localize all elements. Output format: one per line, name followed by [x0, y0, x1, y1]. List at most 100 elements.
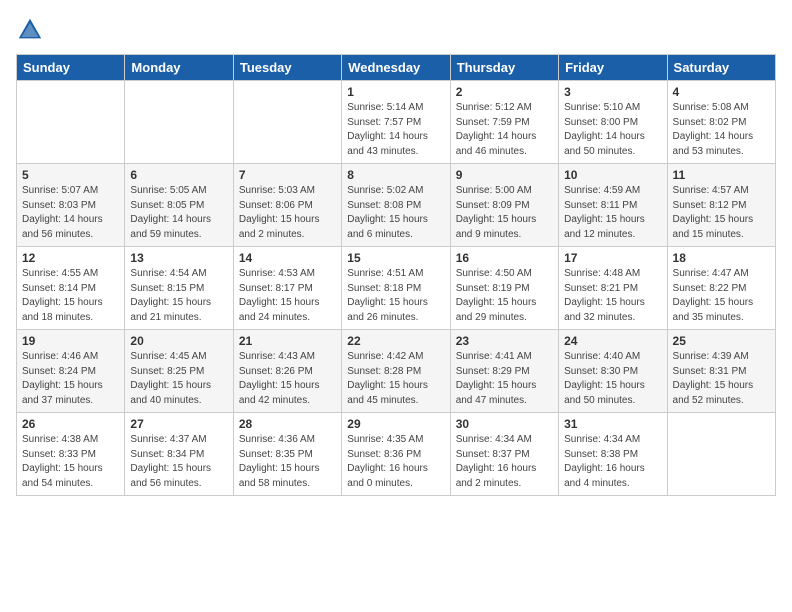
- day-info: Sunrise: 4:53 AM Sunset: 8:17 PM Dayligh…: [239, 267, 336, 325]
- calendar-cell: 16 Sunrise: 4:50 AM Sunset: 8:19 PM Dayli…: [450, 247, 558, 330]
- calendar-cell: 5 Sunrise: 5:07 AM Sunset: 8:03 PM Daylig…: [17, 164, 125, 247]
- calendar-cell: 27Sunrise: 4:37 AM Sunset: 8:34 PM Dayli…: [125, 413, 233, 496]
- day-info: Sunrise: 4:43 AM Sunset: 8:26 PM Dayligh…: [239, 350, 336, 408]
- day-number: 1: [347, 85, 444, 99]
- day-info: Sunrise: 4:36 AM Sunset: 8:35 PM Dayligh…: [239, 433, 336, 491]
- weekday-header-sunday: Sunday: [17, 55, 125, 81]
- calendar-table: SundayMondayTuesdayWednesdayThursdayFrid…: [16, 54, 776, 496]
- calendar-cell: 15Sunrise: 4:51 AM Sunset: 8:18 PM Dayli…: [342, 247, 450, 330]
- calendar-cell: [17, 81, 125, 164]
- calendar-cell: 24Sunrise: 4:40 AM Sunset: 8:30 PM Dayli…: [559, 330, 667, 413]
- day-info: Sunrise: 5:03 AM Sunset: 8:06 PM Dayligh…: [239, 184, 336, 242]
- day-number: 23: [456, 334, 553, 348]
- day-info: Sunrise: 4:35 AM Sunset: 8:36 PM Dayligh…: [347, 433, 444, 491]
- calendar-cell: 2Sunrise: 5:12 AM Sunset: 7:59 PM Daylig…: [450, 81, 558, 164]
- calendar-week-2: 5 Sunrise: 5:07 AM Sunset: 8:03 PM Daylig…: [17, 164, 776, 247]
- day-info: Sunrise: 5:07 AM Sunset: 8:03 PM Dayligh…: [22, 184, 119, 242]
- calendar-cell: 20 Sunrise: 4:45 AM Sunset: 8:25 PM Dayli…: [125, 330, 233, 413]
- day-info: Sunrise: 4:51 AM Sunset: 8:18 PM Dayligh…: [347, 267, 444, 325]
- calendar-cell: 10 Sunrise: 4:59 AM Sunset: 8:11 PM Dayli…: [559, 164, 667, 247]
- weekday-header-monday: Monday: [125, 55, 233, 81]
- day-info: Sunrise: 4:57 AM Sunset: 8:12 PM Dayligh…: [673, 184, 770, 242]
- day-number: 19: [22, 334, 119, 348]
- day-number: 21: [239, 334, 336, 348]
- weekday-header-row: SundayMondayTuesdayWednesdayThursdayFrid…: [17, 55, 776, 81]
- weekday-header-thursday: Thursday: [450, 55, 558, 81]
- day-info: Sunrise: 4:45 AM Sunset: 8:25 PM Dayligh…: [130, 350, 227, 408]
- day-info: Sunrise: 5:02 AM Sunset: 8:08 PM Dayligh…: [347, 184, 444, 242]
- day-number: 18: [673, 251, 770, 265]
- day-number: 11: [673, 168, 770, 182]
- page-header: [16, 16, 776, 44]
- weekday-header-tuesday: Tuesday: [233, 55, 341, 81]
- day-number: 20: [130, 334, 227, 348]
- calendar-cell: 14 Sunrise: 4:53 AM Sunset: 8:17 PM Dayli…: [233, 247, 341, 330]
- calendar-cell: 6Sunrise: 5:05 AM Sunset: 8:05 PM Daylig…: [125, 164, 233, 247]
- day-info: Sunrise: 4:34 AM Sunset: 8:38 PM Dayligh…: [564, 433, 661, 491]
- day-number: 25: [673, 334, 770, 348]
- logo-icon: [16, 16, 44, 44]
- calendar-cell: [125, 81, 233, 164]
- day-info: Sunrise: 4:42 AM Sunset: 8:28 PM Dayligh…: [347, 350, 444, 408]
- calendar-cell: 26 Sunrise: 4:38 AM Sunset: 8:33 PM Dayli…: [17, 413, 125, 496]
- weekday-header-friday: Friday: [559, 55, 667, 81]
- logo: [16, 16, 46, 44]
- calendar-cell: 11 Sunrise: 4:57 AM Sunset: 8:12 PM Dayli…: [667, 164, 775, 247]
- day-number: 31: [564, 417, 661, 431]
- calendar-cell: 17Sunrise: 4:48 AM Sunset: 8:21 PM Dayli…: [559, 247, 667, 330]
- day-info: Sunrise: 4:47 AM Sunset: 8:22 PM Dayligh…: [673, 267, 770, 325]
- day-info: Sunrise: 4:40 AM Sunset: 8:30 PM Dayligh…: [564, 350, 661, 408]
- day-info: Sunrise: 4:55 AM Sunset: 8:14 PM Dayligh…: [22, 267, 119, 325]
- day-info: Sunrise: 4:50 AM Sunset: 8:19 PM Dayligh…: [456, 267, 553, 325]
- day-number: 16: [456, 251, 553, 265]
- day-number: 5: [22, 168, 119, 182]
- calendar-cell: 22Sunrise: 4:42 AM Sunset: 8:28 PM Dayli…: [342, 330, 450, 413]
- calendar-cell: 3 Sunrise: 5:10 AM Sunset: 8:00 PM Daylig…: [559, 81, 667, 164]
- day-number: 7: [239, 168, 336, 182]
- calendar-cell: 30Sunrise: 4:34 AM Sunset: 8:37 PM Dayli…: [450, 413, 558, 496]
- calendar-cell: 9 Sunrise: 5:00 AM Sunset: 8:09 PM Daylig…: [450, 164, 558, 247]
- calendar-cell: 8 Sunrise: 5:02 AM Sunset: 8:08 PM Daylig…: [342, 164, 450, 247]
- calendar-cell: 13 Sunrise: 4:54 AM Sunset: 8:15 PM Dayli…: [125, 247, 233, 330]
- day-number: 13: [130, 251, 227, 265]
- calendar-week-3: 12Sunrise: 4:55 AM Sunset: 8:14 PM Dayli…: [17, 247, 776, 330]
- day-number: 2: [456, 85, 553, 99]
- calendar-cell: 25 Sunrise: 4:39 AM Sunset: 8:31 PM Dayli…: [667, 330, 775, 413]
- day-number: 4: [673, 85, 770, 99]
- day-number: 29: [347, 417, 444, 431]
- calendar-body: 1 Sunrise: 5:14 AM Sunset: 7:57 PM Daylig…: [17, 81, 776, 496]
- day-number: 14: [239, 251, 336, 265]
- calendar-cell: 19 Sunrise: 4:46 AM Sunset: 8:24 PM Dayli…: [17, 330, 125, 413]
- day-info: Sunrise: 4:38 AM Sunset: 8:33 PM Dayligh…: [22, 433, 119, 491]
- calendar-cell: 29 Sunrise: 4:35 AM Sunset: 8:36 PM Dayli…: [342, 413, 450, 496]
- calendar-cell: 21 Sunrise: 4:43 AM Sunset: 8:26 PM Dayli…: [233, 330, 341, 413]
- calendar-cell: 4 Sunrise: 5:08 AM Sunset: 8:02 PM Daylig…: [667, 81, 775, 164]
- day-info: Sunrise: 4:54 AM Sunset: 8:15 PM Dayligh…: [130, 267, 227, 325]
- calendar-week-1: 1 Sunrise: 5:14 AM Sunset: 7:57 PM Daylig…: [17, 81, 776, 164]
- day-info: Sunrise: 4:39 AM Sunset: 8:31 PM Dayligh…: [673, 350, 770, 408]
- calendar-cell: 31 Sunrise: 4:34 AM Sunset: 8:38 PM Dayli…: [559, 413, 667, 496]
- calendar-cell: [667, 413, 775, 496]
- day-number: 26: [22, 417, 119, 431]
- weekday-header-wednesday: Wednesday: [342, 55, 450, 81]
- day-number: 10: [564, 168, 661, 182]
- day-number: 8: [347, 168, 444, 182]
- day-info: Sunrise: 5:00 AM Sunset: 8:09 PM Dayligh…: [456, 184, 553, 242]
- day-info: Sunrise: 4:46 AM Sunset: 8:24 PM Dayligh…: [22, 350, 119, 408]
- calendar-cell: 18 Sunrise: 4:47 AM Sunset: 8:22 PM Dayli…: [667, 247, 775, 330]
- day-info: Sunrise: 5:14 AM Sunset: 7:57 PM Dayligh…: [347, 101, 444, 159]
- weekday-header-saturday: Saturday: [667, 55, 775, 81]
- day-info: Sunrise: 4:41 AM Sunset: 8:29 PM Dayligh…: [456, 350, 553, 408]
- day-info: Sunrise: 5:08 AM Sunset: 8:02 PM Dayligh…: [673, 101, 770, 159]
- day-info: Sunrise: 4:59 AM Sunset: 8:11 PM Dayligh…: [564, 184, 661, 242]
- day-info: Sunrise: 4:48 AM Sunset: 8:21 PM Dayligh…: [564, 267, 661, 325]
- day-number: 30: [456, 417, 553, 431]
- day-number: 9: [456, 168, 553, 182]
- calendar-cell: 12Sunrise: 4:55 AM Sunset: 8:14 PM Dayli…: [17, 247, 125, 330]
- calendar-cell: 28Sunrise: 4:36 AM Sunset: 8:35 PM Dayli…: [233, 413, 341, 496]
- day-info: Sunrise: 5:05 AM Sunset: 8:05 PM Dayligh…: [130, 184, 227, 242]
- calendar-cell: 1 Sunrise: 5:14 AM Sunset: 7:57 PM Daylig…: [342, 81, 450, 164]
- day-info: Sunrise: 5:10 AM Sunset: 8:00 PM Dayligh…: [564, 101, 661, 159]
- day-number: 3: [564, 85, 661, 99]
- calendar-page: SundayMondayTuesdayWednesdayThursdayFrid…: [0, 0, 792, 612]
